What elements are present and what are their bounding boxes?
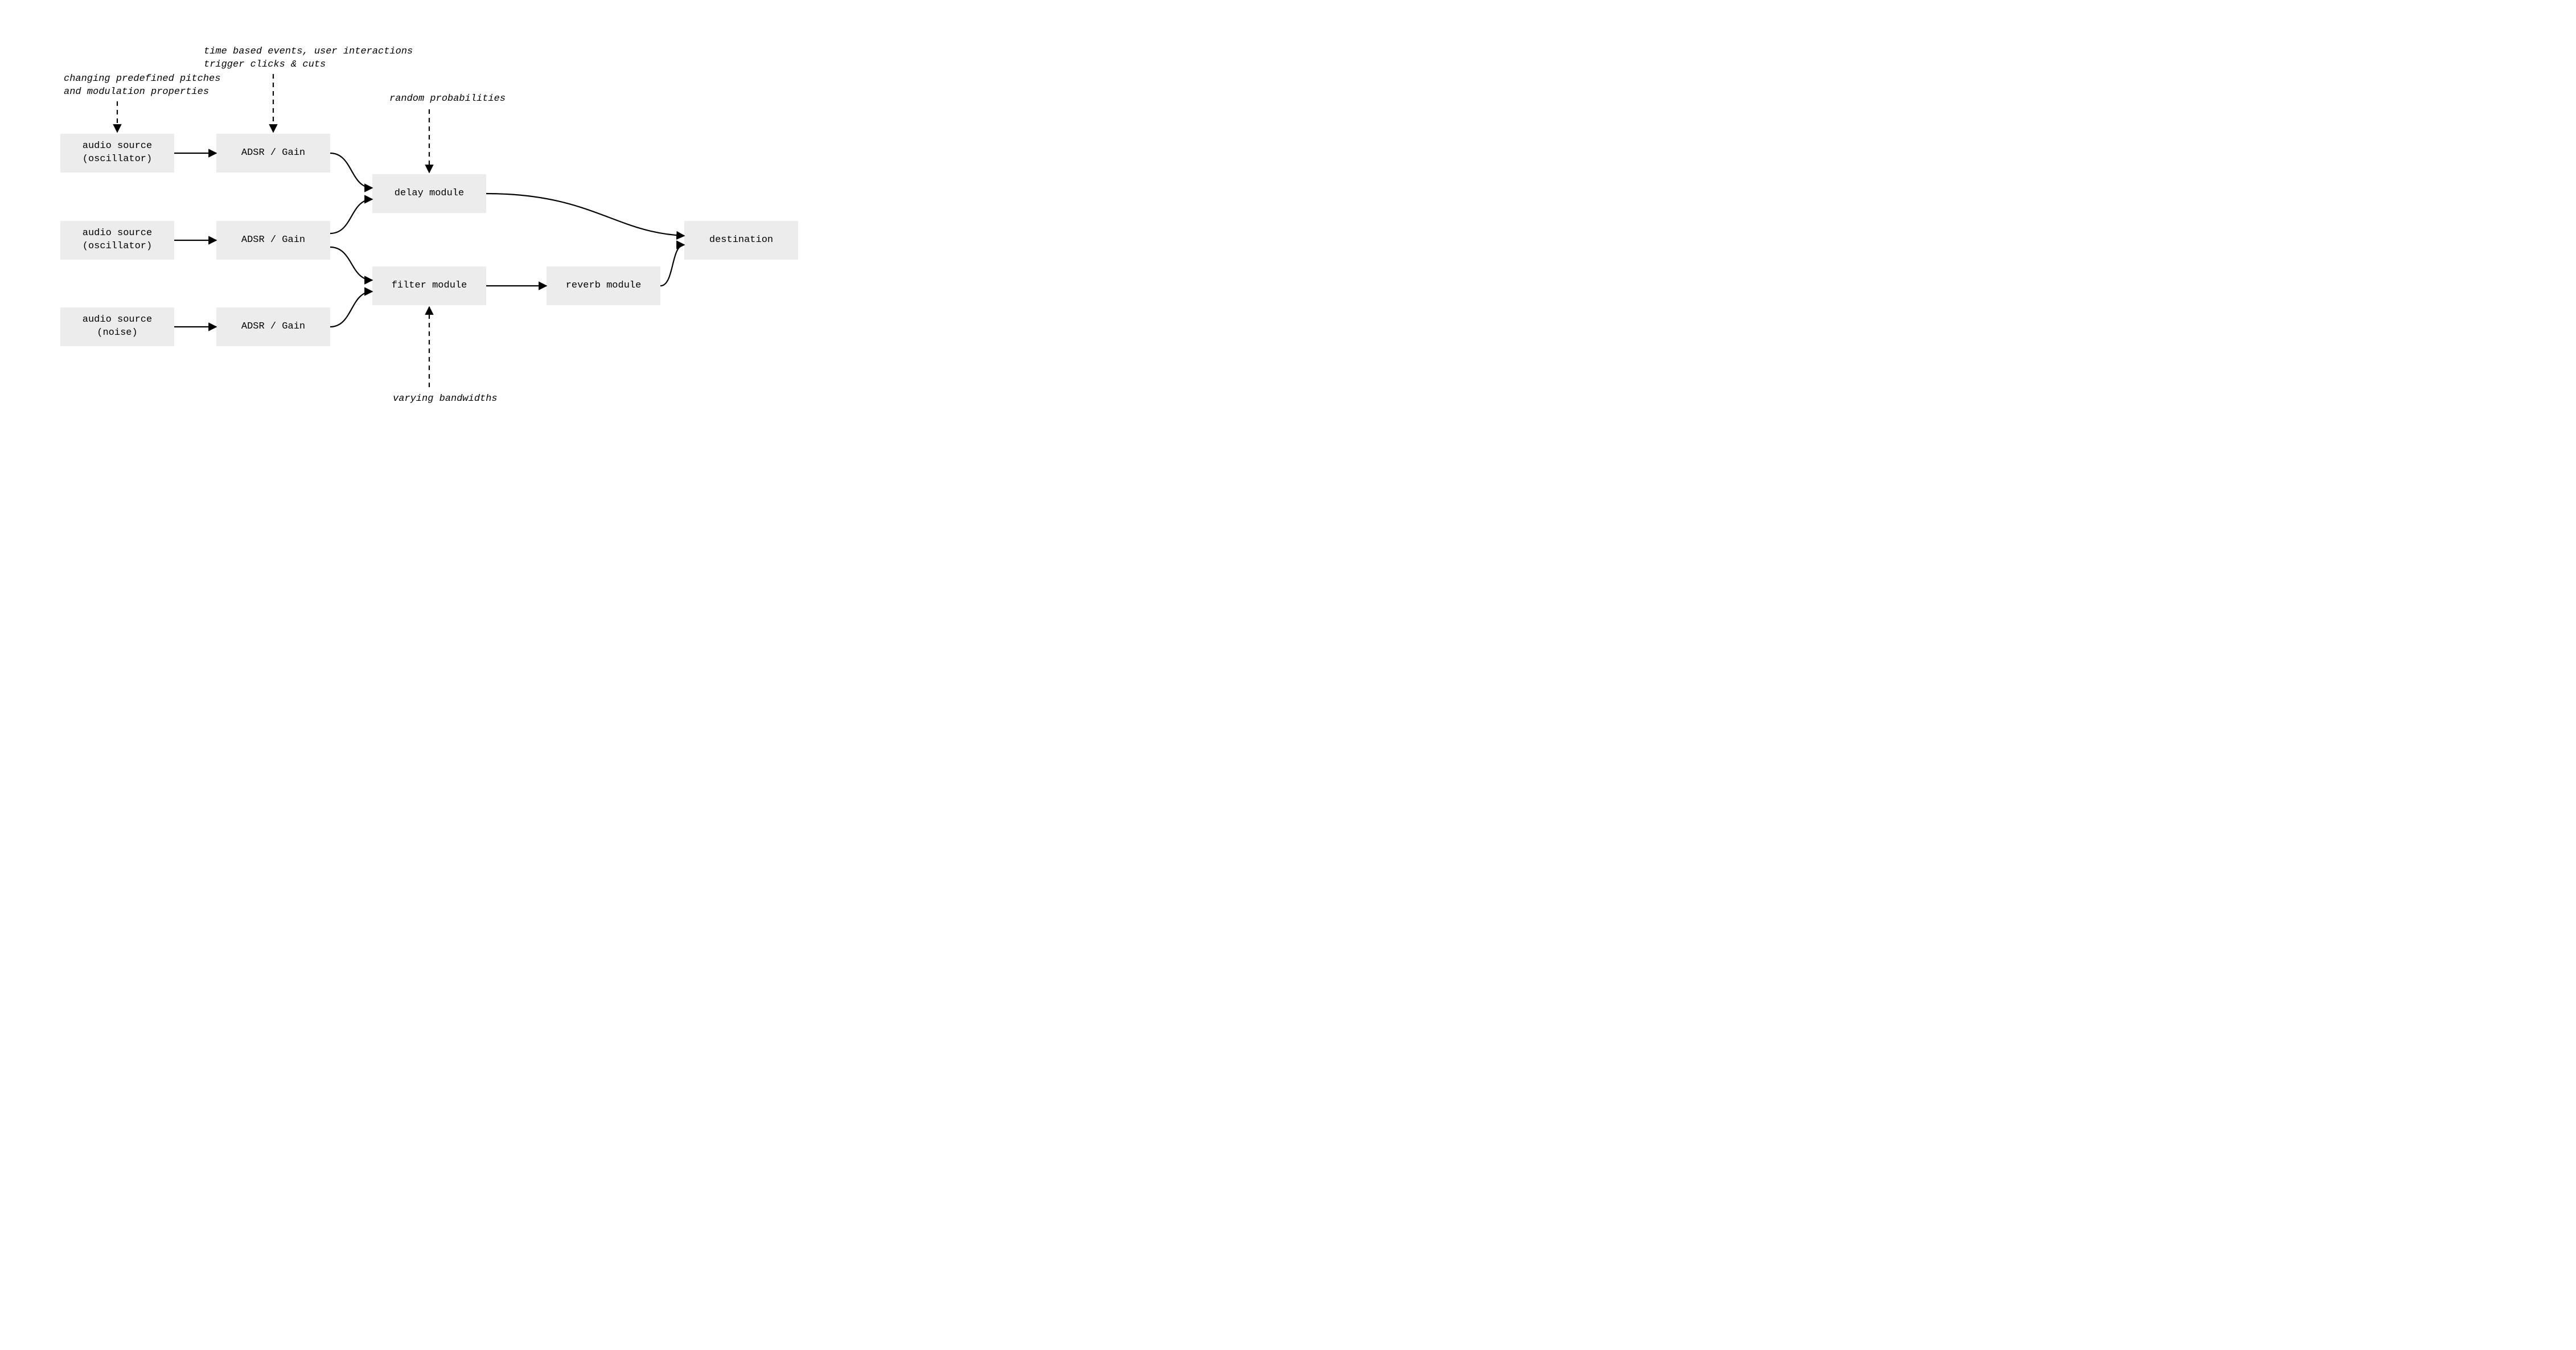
diagram-stage: changing predefined pitches and modulati… [0, 0, 858, 450]
edge-adsr3-filter [330, 292, 372, 327]
node-destination: destination [684, 221, 798, 260]
node-audio-source-osc-2: audio source (oscillator) [60, 221, 174, 260]
node-adsr-gain-2: ADSR / Gain [216, 221, 330, 260]
annotation-bandwidths: varying bandwidths [393, 393, 498, 406]
node-adsr-gain-1: ADSR / Gain [216, 134, 330, 173]
node-audio-source-noise: audio source (noise) [60, 307, 174, 346]
node-delay-module: delay module [372, 174, 486, 213]
annotation-random: random probabilities [389, 93, 506, 106]
edge-delay-dest [486, 194, 684, 236]
edge-adsr2-delay [330, 199, 372, 233]
edge-adsr1-delay [330, 153, 372, 188]
edge-reverb-dest [660, 245, 684, 286]
node-reverb-module: reverb module [547, 266, 660, 305]
annotation-pitches: changing predefined pitches and modulati… [64, 73, 220, 99]
node-filter-module: filter module [372, 266, 486, 305]
node-audio-source-osc-1: audio source (oscillator) [60, 134, 174, 173]
annotation-events: time based events, user interactions tri… [204, 46, 413, 72]
edge-adsr2-filter [330, 247, 372, 280]
node-adsr-gain-3: ADSR / Gain [216, 307, 330, 346]
